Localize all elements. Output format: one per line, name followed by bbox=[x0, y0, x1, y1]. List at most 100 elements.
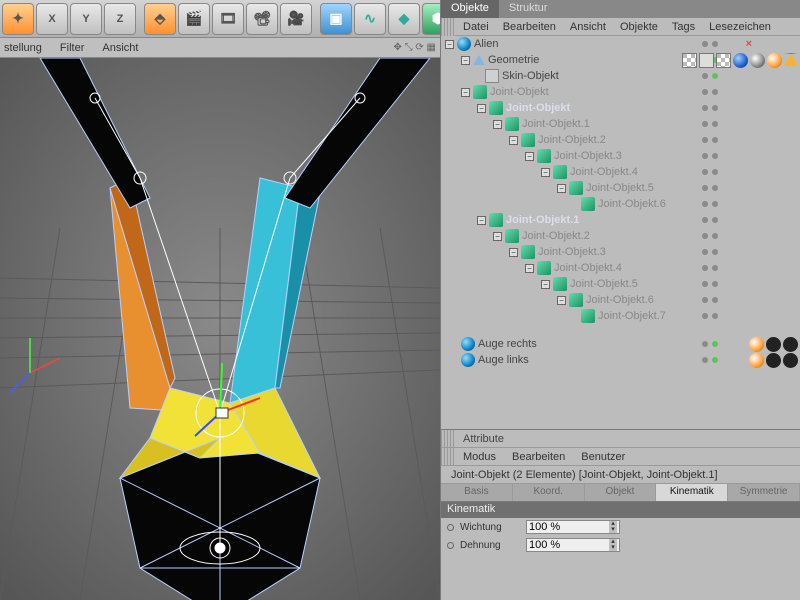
tree-label[interactable]: Joint-Objekt.6 bbox=[586, 294, 654, 306]
nurbs-button[interactable]: ◆ bbox=[388, 3, 420, 35]
tree-label[interactable]: Joint-Objekt bbox=[490, 86, 549, 98]
input-wichtung[interactable]: 100 %▴▾ bbox=[526, 520, 620, 534]
tree-label[interactable]: Joint-Objekt.3 bbox=[554, 150, 622, 162]
viewport-nav-icons[interactable]: ✥ ⤡ ⟳ ▦ bbox=[393, 42, 436, 53]
paint-tool-button[interactable]: ✦ bbox=[2, 3, 34, 35]
spinner-icon[interactable]: ▴▾ bbox=[609, 521, 617, 533]
tree-row[interactable]: − Joint-Objekt.3 bbox=[441, 244, 800, 260]
tree-label[interactable]: Joint-Objekt.5 bbox=[586, 182, 654, 194]
tree-row[interactable]: − Joint-Objekt.5 bbox=[441, 180, 800, 196]
tree-label[interactable]: Joint-Objekt.2 bbox=[522, 230, 590, 242]
slate-button[interactable]: 🎞 bbox=[212, 3, 244, 35]
tree-label[interactable]: Joint-Objekt.1 bbox=[522, 118, 590, 130]
menu-lesezeichen[interactable]: Lesezeichen bbox=[709, 21, 771, 33]
expand-toggle[interactable]: − bbox=[477, 104, 486, 113]
tree-row-joint-a[interactable]: − Joint-Objekt bbox=[441, 100, 800, 116]
tree-row[interactable]: − Joint-Objekt.6 bbox=[441, 292, 800, 308]
tree-row[interactable]: − Joint-Objekt.4 bbox=[441, 260, 800, 276]
tree-label[interactable]: Joint-Objekt.5 bbox=[570, 278, 638, 290]
tree-row-skin[interactable]: Skin-Objekt bbox=[441, 68, 800, 84]
tree-row-joint-b[interactable]: − Joint-Objekt.1 bbox=[441, 212, 800, 228]
tree-label[interactable]: Joint-Objekt.3 bbox=[538, 246, 606, 258]
tab-basis[interactable]: Basis bbox=[441, 484, 513, 501]
tree-label[interactable]: Auge links bbox=[478, 354, 529, 366]
attr-menu-benutzer[interactable]: Benutzer bbox=[581, 451, 625, 463]
expand-toggle[interactable]: − bbox=[509, 136, 518, 145]
expand-toggle[interactable]: − bbox=[525, 152, 534, 161]
viewport-menu-filter[interactable]: Filter bbox=[60, 42, 84, 54]
viewport-menu-stellung[interactable]: stellung bbox=[4, 42, 42, 54]
menu-objekte[interactable]: Objekte bbox=[620, 21, 658, 33]
tab-struktur[interactable]: Struktur bbox=[499, 0, 558, 18]
tab-kinematik[interactable]: Kinematik bbox=[656, 484, 728, 501]
tree-label[interactable]: Joint-Objekt.2 bbox=[538, 134, 606, 146]
tree-label[interactable]: Joint-Objekt bbox=[506, 102, 570, 114]
tree-label[interactable]: Joint-Objekt.6 bbox=[598, 198, 666, 210]
expand-toggle[interactable]: − bbox=[541, 168, 550, 177]
menu-bearbeiten[interactable]: Bearbeiten bbox=[503, 21, 556, 33]
keyframe-icon[interactable] bbox=[447, 524, 454, 531]
tree-row[interactable]: − Joint-Objekt.2 bbox=[441, 132, 800, 148]
axis-y-button[interactable]: Y bbox=[70, 3, 102, 35]
attr-menu-bearbeiten[interactable]: Bearbeiten bbox=[512, 451, 565, 463]
expand-toggle[interactable]: − bbox=[477, 216, 486, 225]
tree-label[interactable]: Skin-Objekt bbox=[502, 70, 559, 82]
viewport-menu-ansicht[interactable]: Ansicht bbox=[102, 42, 138, 54]
delete-icon[interactable]: × bbox=[746, 38, 752, 50]
primitive-cube-button[interactable]: ▣ bbox=[320, 3, 352, 35]
tree-label[interactable]: Geometrie bbox=[488, 54, 539, 66]
expand-toggle[interactable]: − bbox=[445, 40, 454, 49]
menu-ansicht[interactable]: Ansicht bbox=[570, 21, 606, 33]
expand-toggle[interactable]: − bbox=[461, 56, 470, 65]
tree-label[interactable]: Joint-Objekt.7 bbox=[598, 310, 666, 322]
axis-x-button[interactable]: X bbox=[36, 3, 68, 35]
expand-toggle[interactable]: − bbox=[541, 280, 550, 289]
tree-label[interactable]: Alien bbox=[474, 38, 498, 50]
panel-handle[interactable] bbox=[441, 18, 455, 36]
3d-viewport[interactable] bbox=[0, 58, 440, 600]
panel-handle[interactable] bbox=[441, 430, 455, 447]
expand-toggle[interactable]: − bbox=[493, 232, 502, 241]
tree-label[interactable]: Joint-Objekt.1 bbox=[506, 214, 579, 226]
tree-row[interactable]: − Joint-Objekt.1 bbox=[441, 116, 800, 132]
tab-objekte[interactable]: Objekte bbox=[441, 0, 499, 18]
expand-toggle[interactable]: − bbox=[461, 88, 470, 97]
slate2-button[interactable]: 🎥 bbox=[280, 3, 312, 35]
tab-symmetrie[interactable]: Symmetrie bbox=[728, 484, 800, 501]
keyframe-icon[interactable] bbox=[447, 542, 454, 549]
expand-toggle[interactable]: − bbox=[557, 296, 566, 305]
spline-button[interactable]: ∿ bbox=[354, 3, 386, 35]
tree-row[interactable]: − Joint-Objekt.2 bbox=[441, 228, 800, 244]
axis-z-button[interactable]: Z bbox=[104, 3, 136, 35]
tag-strip[interactable] bbox=[682, 53, 798, 68]
tree-label[interactable]: Auge rechts bbox=[478, 338, 537, 350]
tree-row-alien[interactable]: − Alien × bbox=[441, 36, 800, 52]
attr-menu-modus[interactable]: Modus bbox=[463, 451, 496, 463]
tab-objekt[interactable]: Objekt bbox=[585, 484, 657, 501]
tree-row-auge-rechts[interactable]: Auge rechts bbox=[441, 336, 800, 352]
spinner-icon[interactable]: ▴▾ bbox=[609, 539, 617, 551]
reel-button[interactable]: 📽 bbox=[246, 3, 278, 35]
expand-toggle[interactable]: − bbox=[509, 248, 518, 257]
tree-row-auge-links[interactable]: Auge links bbox=[441, 352, 800, 368]
tree-label[interactable]: Joint-Objekt.4 bbox=[554, 262, 622, 274]
cube-button[interactable]: ⬘ bbox=[144, 3, 176, 35]
tree-row[interactable]: − Joint-Objekt.5 bbox=[441, 276, 800, 292]
expand-toggle[interactable]: − bbox=[525, 264, 534, 273]
panel-handle[interactable] bbox=[441, 448, 455, 465]
tree-row[interactable]: Joint-Objekt.6 bbox=[441, 196, 800, 212]
tree-row-geometrie[interactable]: − Geometrie bbox=[441, 52, 800, 68]
expand-toggle[interactable]: − bbox=[557, 184, 566, 193]
tree-row-joint-root[interactable]: − Joint-Objekt bbox=[441, 84, 800, 100]
expand-toggle[interactable]: − bbox=[493, 120, 502, 129]
tree-row[interactable]: Joint-Objekt.7 bbox=[441, 308, 800, 324]
tree-row[interactable]: − Joint-Objekt.4 bbox=[441, 164, 800, 180]
tree-label[interactable]: Joint-Objekt.4 bbox=[570, 166, 638, 178]
input-dehnung[interactable]: 100 %▴▾ bbox=[526, 538, 620, 552]
tab-koord[interactable]: Koord. bbox=[513, 484, 585, 501]
object-tree[interactable]: − Alien × − Geometrie Skin-Objekt − Join… bbox=[441, 36, 800, 430]
tree-row[interactable]: − Joint-Objekt.3 bbox=[441, 148, 800, 164]
clapper-button[interactable]: 🎬 bbox=[178, 3, 210, 35]
menu-tags[interactable]: Tags bbox=[672, 21, 695, 33]
menu-datei[interactable]: Datei bbox=[463, 21, 489, 33]
